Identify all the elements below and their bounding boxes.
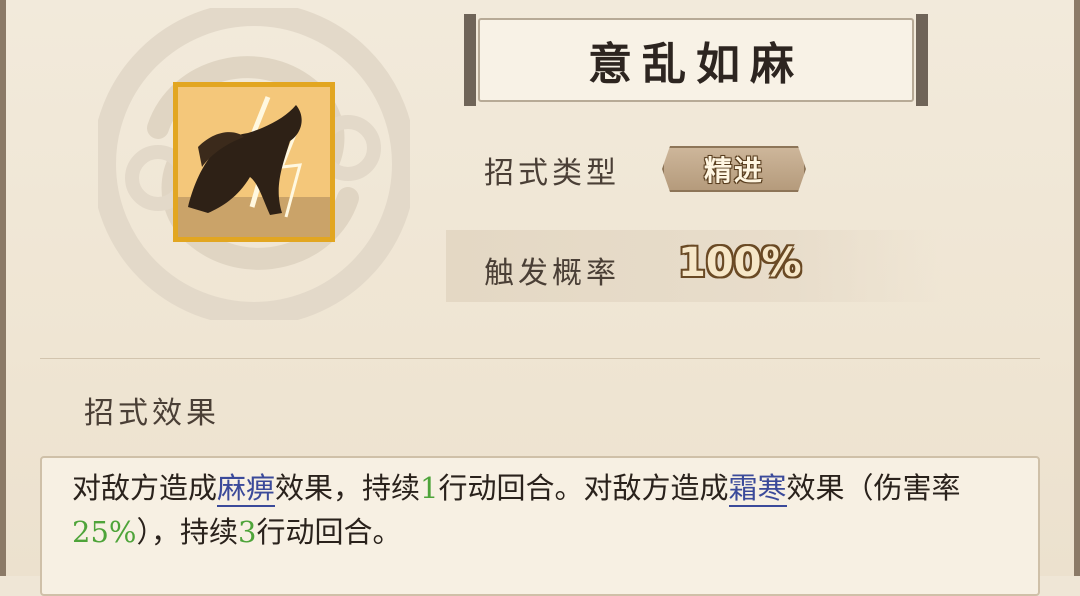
trigger-rate-label: 触发概率 — [484, 256, 620, 291]
effect-description: 对敌方造成麻痹效果，持续1行动回合。对敌方造成霜寒效果（伤害率 25%），持续3行… — [72, 466, 1016, 554]
effect-text-6: 行动回合。 — [256, 515, 402, 549]
effect-text-3: 行动回合。对敌方造成 — [438, 471, 729, 505]
skill-title: 意乱如麻 — [588, 39, 804, 90]
keyword-paralysis[interactable]: 麻痹 — [217, 471, 276, 507]
effect-section-label: 招式效果 — [84, 396, 220, 431]
keyword-frost[interactable]: 霜寒 — [728, 471, 787, 507]
lightning-beast-icon — [173, 82, 335, 242]
skill-title-plaque: 意乱如麻 — [464, 14, 928, 106]
skill-type-badge: 精进 — [662, 146, 806, 192]
effect-text-1: 对敌方造成 — [72, 471, 218, 505]
damage-rate-number: 25% — [72, 515, 137, 549]
title-inner: 意乱如麻 — [478, 18, 914, 102]
skill-type-value: 精进 — [703, 154, 764, 187]
trigger-rate-value: 100% — [678, 240, 802, 286]
duration-number-1: 1 — [420, 471, 439, 505]
effect-text-2: 效果，持续 — [275, 471, 421, 505]
effect-text-5: ），持续 — [136, 515, 238, 549]
skill-type-label: 招式类型 — [484, 156, 620, 191]
bracket-right — [916, 14, 928, 106]
skill-detail-panel: 意乱如麻 招式类型 精进 触发概率 100% 招式效果 对敌方造成麻痹效果，持续… — [0, 0, 1080, 596]
duration-number-2: 3 — [237, 515, 257, 549]
section-divider — [40, 358, 1040, 359]
effect-text-4: 效果（伤害率 — [786, 471, 961, 505]
bracket-left — [464, 14, 476, 106]
